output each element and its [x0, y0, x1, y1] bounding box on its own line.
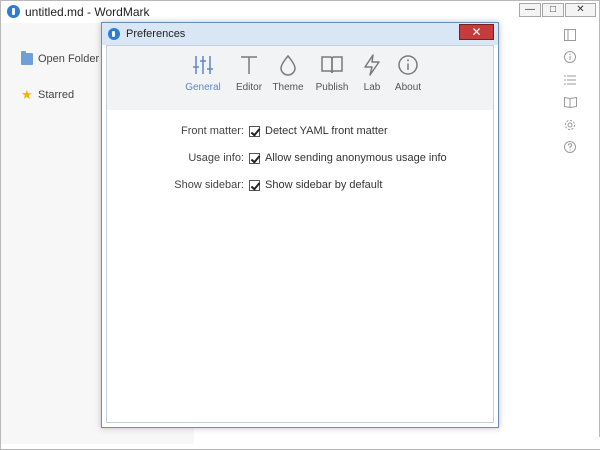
setting-label: Front matter: — [181, 125, 244, 137]
tab-label: Lab — [363, 82, 381, 93]
tab-label: Editor — [235, 82, 263, 93]
list-icon[interactable] — [563, 74, 577, 88]
tab-about[interactable]: About — [393, 54, 423, 104]
sidebar-item-label: Starred — [38, 89, 75, 101]
dialog-close-button[interactable]: ✕ — [459, 24, 494, 40]
lightning-icon — [364, 54, 380, 76]
drop-icon — [280, 54, 296, 76]
book-icon[interactable] — [563, 96, 577, 110]
tab-general[interactable]: General — [183, 54, 223, 104]
setting-row-front-matter: Front matter: Detect YAML front matter — [107, 124, 493, 140]
tab-theme[interactable]: Theme — [271, 54, 305, 104]
book-open-icon — [321, 56, 343, 74]
tab-lab[interactable]: Lab — [361, 54, 383, 104]
sidebar-panel-icon[interactable] — [563, 29, 577, 43]
tab-label: Publish — [315, 82, 349, 93]
tab-label: About — [394, 82, 422, 93]
usage-info-checkbox[interactable] — [249, 153, 260, 164]
settings-icon[interactable] — [563, 119, 577, 133]
app-logo-icon — [108, 28, 120, 40]
show-sidebar-checkbox[interactable] — [249, 180, 260, 191]
tab-publish[interactable]: Publish — [313, 54, 351, 104]
setting-row-show-sidebar: Show sidebar: Show sidebar by default — [107, 178, 493, 194]
star-icon: ★ — [21, 87, 33, 102]
text-icon — [241, 56, 257, 74]
preferences-tabbar: General Editor Theme Publish Lab About — [107, 46, 493, 110]
setting-option[interactable]: Show sidebar by default — [265, 179, 382, 191]
sidebar-item-label: Open Folder — [38, 53, 100, 65]
sliders-icon — [193, 56, 213, 74]
tab-label: General — [185, 82, 221, 93]
setting-row-usage-info: Usage info: Allow sending anonymous usag… — [107, 151, 493, 167]
sidebar-item-starred[interactable]: ★ Starred — [21, 87, 74, 103]
info-icon[interactable] — [563, 51, 577, 65]
setting-label: Show sidebar: — [174, 179, 244, 191]
setting-label: Usage info: — [188, 152, 244, 164]
maximize-button[interactable]: □ — [542, 3, 564, 17]
front-matter-checkbox[interactable] — [249, 126, 260, 137]
setting-option[interactable]: Allow sending anonymous usage info — [265, 152, 447, 164]
status-strip — [194, 437, 600, 449]
folder-icon — [21, 51, 33, 65]
close-button[interactable]: ✕ — [565, 3, 596, 17]
help-icon[interactable] — [563, 141, 577, 155]
tab-label: Theme — [272, 82, 304, 93]
preferences-dialog: Preferences ✕ General Editor Theme Publi… — [101, 22, 499, 428]
setting-option[interactable]: Detect YAML front matter — [265, 125, 388, 137]
tab-editor[interactable]: Editor — [231, 54, 267, 104]
info-circle-icon — [398, 55, 418, 75]
titlebar: untitled.md - WordMark — □ ✕ — [1, 1, 599, 23]
dialog-titlebar: Preferences ✕ — [102, 23, 498, 45]
dialog-body: General Editor Theme Publish Lab About F… — [106, 45, 494, 423]
app-logo-icon — [7, 5, 20, 18]
sidebar-item-open-folder[interactable]: Open Folder — [21, 51, 99, 67]
window-title: untitled.md - WordMark — [25, 5, 150, 19]
minimize-button[interactable]: — — [519, 3, 541, 17]
dialog-title: Preferences — [126, 28, 186, 40]
